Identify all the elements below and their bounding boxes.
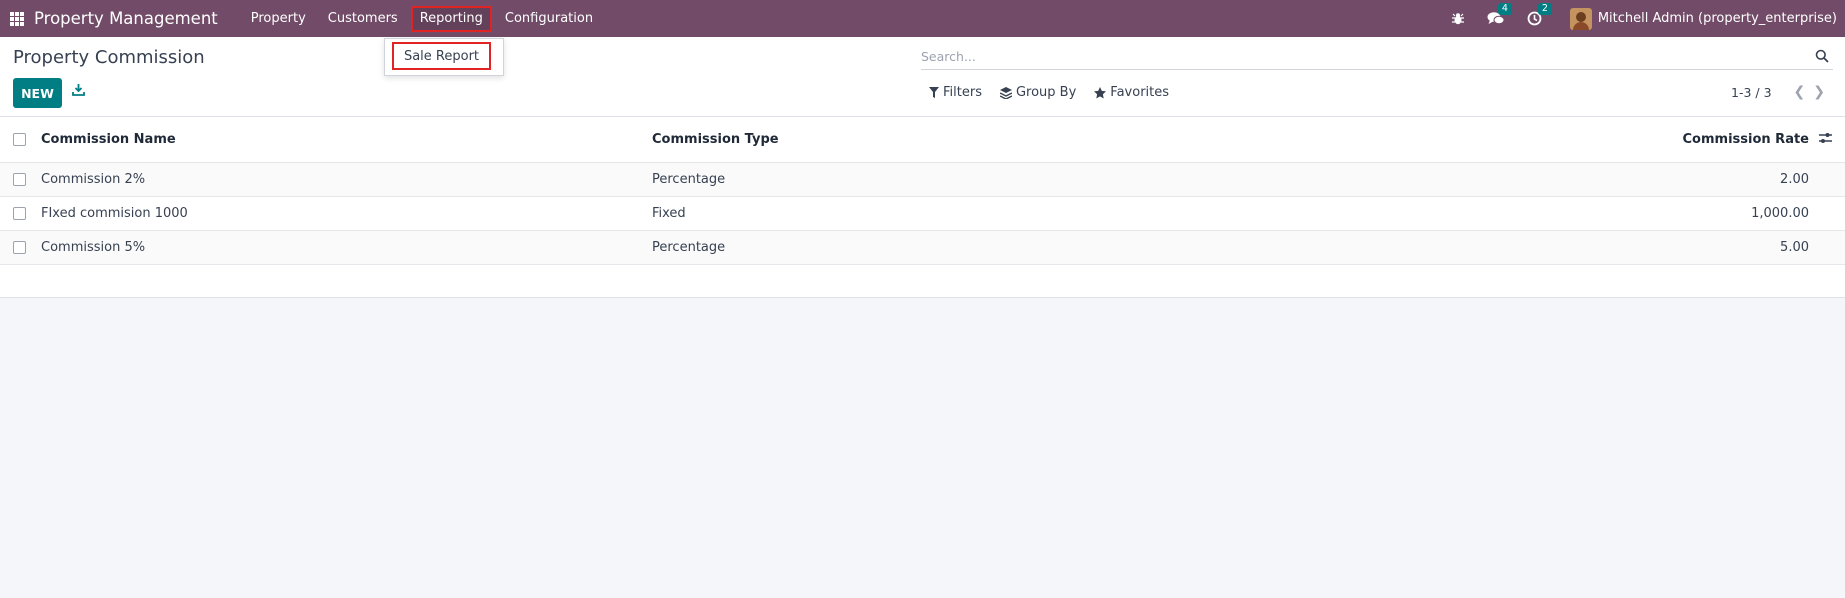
table-header: Commission Name Commission Type Commissi… xyxy=(0,117,1845,163)
search-panel-toggles: Filters Group By Favorites xyxy=(929,85,1187,100)
reporting-dropdown: Sale Report xyxy=(384,38,504,76)
favorites-label: Favorites xyxy=(1110,85,1170,100)
menu-property[interactable]: Property xyxy=(242,6,315,32)
bug-icon[interactable] xyxy=(1451,12,1465,26)
list-view: Commission Name Commission Type Commissi… xyxy=(0,117,1845,298)
column-header-rate[interactable]: Commission Rate xyxy=(1683,132,1809,147)
cell-commission-type: Percentage xyxy=(652,240,726,255)
cell-commission-rate: 1,000.00 xyxy=(1751,206,1809,221)
row-checkbox[interactable] xyxy=(13,207,26,220)
pager: 1-3 / 3 ❮ ❯ xyxy=(1731,84,1825,100)
cell-commission-name: Commission 2% xyxy=(41,172,146,187)
new-button[interactable]: NEW xyxy=(13,78,62,108)
download-icon[interactable] xyxy=(72,83,85,100)
app-brand[interactable]: Property Management xyxy=(34,9,218,28)
cell-commission-name: Commission 5% xyxy=(41,240,146,255)
top-navbar: Property Management Property Customers R… xyxy=(0,0,1845,37)
table-row[interactable]: Commission 2% Percentage 2.00 xyxy=(0,163,1845,197)
chevron-left-icon[interactable]: ❮ xyxy=(1794,84,1806,100)
cell-commission-name: FIxed commision 1000 xyxy=(41,206,188,221)
filters-toggle[interactable]: Filters xyxy=(929,85,982,100)
table-row[interactable]: Commission 5% Percentage 5.00 xyxy=(0,231,1845,265)
group-by-label: Group By xyxy=(1015,85,1077,100)
chat-icon[interactable]: 4 xyxy=(1487,3,1512,26)
cell-commission-rate: 2.00 xyxy=(1780,172,1809,187)
apps-grid-icon[interactable] xyxy=(10,11,24,26)
page-title: Property Commission xyxy=(13,47,205,68)
search-icon[interactable] xyxy=(1815,49,1829,67)
table-row[interactable]: FIxed commision 1000 Fixed 1,000.00 xyxy=(0,197,1845,231)
activities-badge: 2 xyxy=(1537,3,1552,15)
column-header-type[interactable]: Commission Type xyxy=(652,132,779,147)
navbar-systray: 4 2 Mitchell Admin (property_enterprise) xyxy=(1429,0,1837,37)
row-checkbox[interactable] xyxy=(13,241,26,254)
cell-commission-rate: 5.00 xyxy=(1780,240,1809,255)
search-bar xyxy=(921,45,1833,70)
cell-commission-type: Fixed xyxy=(652,206,686,221)
filter-icon xyxy=(929,87,939,98)
control-panel: Property Commission NEW Filters Group By… xyxy=(0,37,1845,117)
menu-customers[interactable]: Customers xyxy=(319,6,407,32)
user-avatar[interactable] xyxy=(1569,7,1592,30)
user-menu-name[interactable]: Mitchell Admin (property_enterprise) xyxy=(1598,11,1837,26)
pager-value[interactable]: 1-3 / 3 xyxy=(1731,85,1772,100)
menu-sale-report[interactable]: Sale Report xyxy=(392,42,491,70)
row-checkbox[interactable] xyxy=(13,173,26,186)
messages-badge: 4 xyxy=(1497,3,1512,15)
chevron-right-icon[interactable]: ❯ xyxy=(1813,84,1825,100)
menu-reporting[interactable]: Reporting xyxy=(410,5,492,32)
select-all-checkbox[interactable] xyxy=(13,133,26,146)
layers-icon xyxy=(999,86,1012,99)
menu-configuration[interactable]: Configuration xyxy=(496,6,602,32)
favorites-toggle[interactable]: Favorites xyxy=(1094,85,1169,100)
star-icon xyxy=(1094,86,1107,98)
filters-label: Filters xyxy=(943,85,982,100)
search-input[interactable] xyxy=(921,45,1801,67)
clock-icon[interactable]: 2 xyxy=(1527,3,1552,26)
cell-commission-type: Percentage xyxy=(652,172,726,187)
group-by-toggle[interactable]: Group By xyxy=(999,85,1077,100)
column-header-name[interactable]: Commission Name xyxy=(41,132,176,147)
column-settings-icon[interactable] xyxy=(1819,132,1832,148)
